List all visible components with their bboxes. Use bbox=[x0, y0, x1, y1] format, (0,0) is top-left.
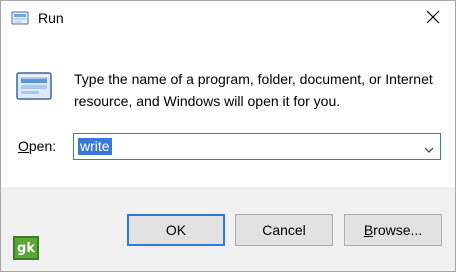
title-bar: Run bbox=[1, 1, 455, 37]
chevron-down-icon[interactable] bbox=[424, 142, 434, 153]
close-icon bbox=[426, 10, 440, 29]
window-title: Run bbox=[38, 10, 64, 26]
button-bar: OK Cancel Browse... bbox=[1, 187, 455, 271]
instruction-text: Type the name of a program, folder, docu… bbox=[74, 71, 433, 109]
open-label-rest: pen: bbox=[28, 138, 57, 154]
watermark-logo: gk bbox=[13, 236, 39, 260]
run-dialog: Run Type the name of a program, folder, … bbox=[0, 0, 456, 272]
cancel-button[interactable]: Cancel bbox=[235, 214, 333, 246]
run-app-icon bbox=[15, 71, 53, 103]
browse-access-key: B bbox=[363, 222, 374, 238]
open-label: Open: bbox=[18, 138, 56, 154]
open-combobox[interactable]: write bbox=[73, 133, 441, 160]
close-button[interactable] bbox=[417, 5, 449, 33]
browse-button[interactable]: Browse... bbox=[344, 214, 442, 246]
ok-button[interactable]: OK bbox=[127, 214, 225, 246]
run-app-icon bbox=[11, 11, 29, 26]
watermark-logo-text: gk bbox=[17, 240, 35, 256]
open-label-access-key: O bbox=[18, 138, 29, 154]
browse-label-rest: rowse... bbox=[373, 222, 423, 238]
open-input-value[interactable]: write bbox=[78, 138, 112, 155]
